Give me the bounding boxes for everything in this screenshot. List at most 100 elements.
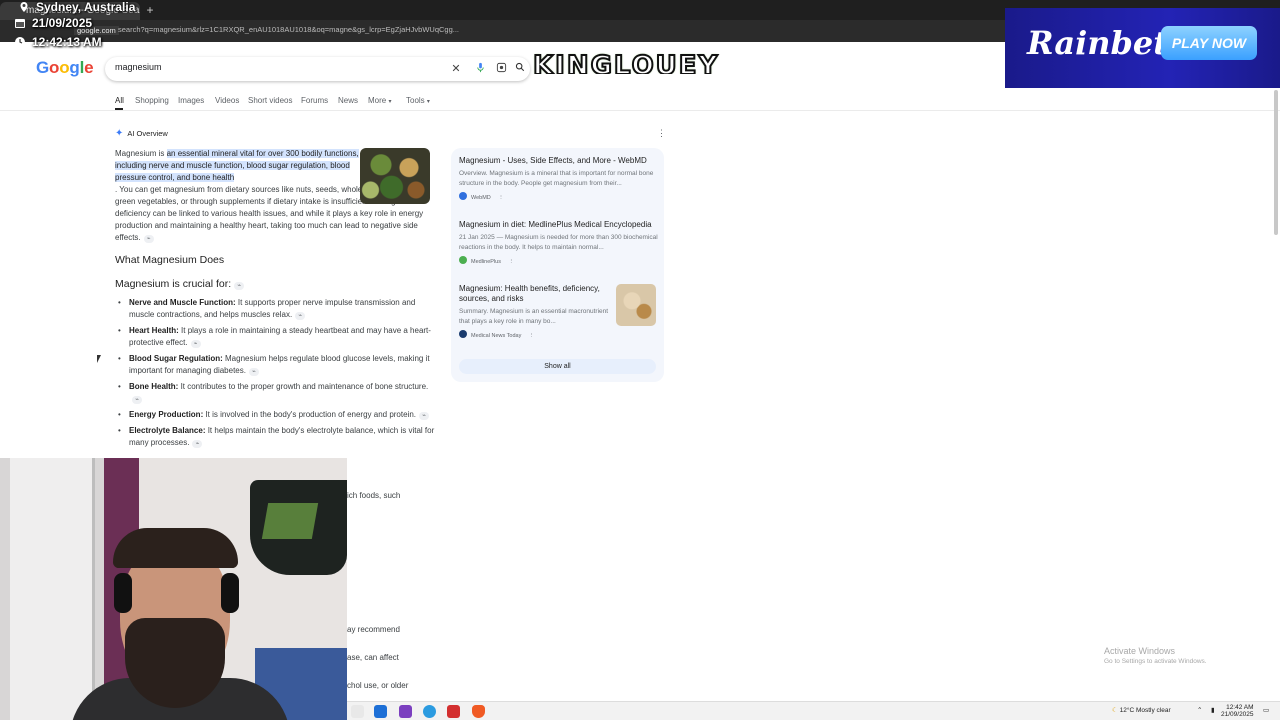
tab-short-videos[interactable]: Short videos — [248, 96, 292, 105]
weather-widget[interactable]: ☾ 12°C Mostly clear — [1112, 706, 1171, 714]
tray-chevron-icon[interactable]: ⌃ — [1197, 706, 1202, 714]
source-title[interactable]: Magnesium: Health benefits, deficiency, … — [459, 284, 614, 304]
tab-tools[interactable]: Tools ▾ — [406, 96, 430, 105]
show-all-button[interactable]: Show all — [459, 359, 656, 374]
link-icon[interactable]: ⌁ — [234, 282, 245, 290]
source-thumbnail[interactable] — [616, 284, 656, 326]
sparkle-icon: ✦ — [115, 128, 124, 139]
clock-date: 21/09/2025 — [1221, 711, 1254, 718]
magnesium-foods-image[interactable] — [360, 148, 430, 204]
source-card[interactable]: Magnesium - Uses, Side Effects, and More… — [459, 156, 659, 201]
search-input[interactable] — [115, 62, 435, 72]
scrollbar-thumb[interactable] — [1274, 90, 1278, 235]
mnt-favicon-icon — [459, 330, 467, 338]
link-icon[interactable]: ⌁ — [419, 412, 430, 420]
pinned-app-icon[interactable] — [399, 705, 412, 718]
taskbar: ☾ 12°C Mostly clear ⌃ ▮ 12:42 AM 21/09/2… — [347, 701, 1280, 720]
tab-shopping[interactable]: Shopping — [135, 96, 169, 105]
microphone-icon[interactable]: ▮ — [1211, 706, 1215, 714]
partial-text: ase, can affect — [347, 653, 399, 662]
logo-letter: G — [36, 58, 50, 77]
tab-all[interactable]: All — [115, 96, 124, 105]
link-icon[interactable]: ⌁ — [143, 235, 154, 243]
webcam-person-hair — [113, 528, 238, 568]
edge-icon[interactable] — [423, 705, 436, 718]
logo-letter: o — [59, 58, 70, 77]
sponsor-logo: Rainbet — [1027, 24, 1168, 62]
source-snippet: 21 Jan 2025 — Magnesium is needed for mo… — [459, 234, 658, 251]
pinned-app-icon[interactable] — [447, 705, 460, 718]
logo-letter: o — [49, 58, 60, 77]
link-icon[interactable]: ⌁ — [132, 396, 142, 404]
ai-overview-intro: Magnesium is an essential mineral vital … — [115, 148, 360, 184]
sources-panel: Magnesium - Uses, Side Effects, and More… — [451, 148, 664, 382]
overlay-time-text: 12:42:13 AM — [32, 35, 102, 49]
list-item-title: Electrolyte Balance: — [129, 426, 206, 435]
list-item: Electrolyte Balance: It helps maintain t… — [117, 425, 435, 449]
clear-icon[interactable]: ✕ — [449, 62, 463, 76]
link-icon[interactable]: ⌁ — [192, 440, 203, 448]
screen: magnesium - Google Search + google.com s… — [0, 0, 1280, 720]
overlay-date: 21/09/2025 — [14, 16, 92, 30]
list-item-title: Energy Production: — [129, 410, 204, 419]
tab-videos[interactable]: Videos — [215, 96, 239, 105]
activate-subtitle: Go to Settings to activate Windows. — [1104, 658, 1207, 665]
list-item-title: Nerve and Muscle Function: — [129, 298, 236, 307]
new-tab-button[interactable]: + — [143, 2, 157, 18]
lens-icon[interactable] — [494, 62, 508, 76]
tab-images[interactable]: Images — [178, 96, 204, 105]
partial-text: ich foods, such — [347, 491, 401, 500]
source-site-name: WebMD — [471, 195, 491, 201]
streamer-banner: KINGLOUEY — [525, 46, 775, 74]
logo-letter: e — [84, 58, 94, 77]
search-box[interactable]: ✕ — [105, 57, 530, 81]
source-card[interactable]: Magnesium in diet: MedlinePlus Medical E… — [459, 220, 659, 265]
link-icon[interactable]: ⌁ — [190, 340, 201, 348]
source-title[interactable]: Magnesium - Uses, Side Effects, and More… — [459, 156, 659, 166]
tab-news[interactable]: News — [338, 96, 358, 105]
ai-overview-header: ✦ AI Overview — [115, 128, 168, 139]
pinned-app-icon[interactable] — [374, 705, 387, 718]
headset-icon — [114, 573, 132, 613]
microphone-icon[interactable] — [473, 62, 487, 76]
streamer-banner-text: KINGLOUEY — [532, 50, 720, 74]
more-options-icon[interactable]: ⋮ — [509, 259, 515, 265]
mouse-cursor-icon — [97, 355, 105, 363]
source-title[interactable]: Magnesium in diet: MedlinePlus Medical E… — [459, 220, 659, 230]
more-options-icon[interactable]: ⋮ — [498, 195, 504, 201]
more-options-icon[interactable]: ⋮ — [529, 333, 535, 339]
source-site: WebMD ⋮ — [459, 192, 659, 201]
intro-text: Magnesium is — [115, 149, 167, 158]
system-clock[interactable]: 12:42 AM 21/09/2025 — [1221, 704, 1254, 718]
calendar-icon — [15, 19, 25, 28]
tab-more-label: More — [368, 96, 387, 105]
webcam-door — [10, 458, 95, 720]
medlineplus-favicon-icon — [459, 256, 467, 264]
source-site-name: MedlinePlus — [471, 259, 501, 265]
source-card[interactable]: Magnesium: Health benefits, deficiency, … — [459, 284, 614, 339]
partial-text: chol use, or older — [347, 681, 409, 690]
brave-icon[interactable] — [472, 705, 485, 718]
tab-forums[interactable]: Forums — [301, 96, 328, 105]
partial-text: ay recommend — [347, 625, 400, 634]
link-icon[interactable]: ⌁ — [295, 312, 306, 320]
list-item-title: Blood Sugar Regulation: — [129, 354, 223, 363]
url-text[interactable]: search?q=magnesium&rlz=1C1RXQR_enAU1018A… — [118, 25, 459, 34]
more-options-icon[interactable]: ⋮ — [657, 128, 666, 139]
notification-icon[interactable]: ▭ — [1263, 706, 1269, 714]
task-view-icon[interactable] — [351, 705, 364, 718]
address-bar[interactable]: google.com search?q=magnesium&rlz=1C1RXQ… — [0, 20, 1005, 42]
link-icon[interactable]: ⌁ — [248, 368, 259, 376]
play-now-button: PLAY NOW — [1161, 26, 1257, 60]
tab-more[interactable]: More ▾ — [368, 96, 391, 105]
benefits-list: Nerve and Muscle Function: It supports p… — [117, 297, 435, 453]
subheading-text: Magnesium is crucial for: — [115, 278, 232, 290]
section-subheading: Magnesium is crucial for: ⌁ — [115, 278, 245, 290]
source-site: Medical News Today ⋮ — [459, 330, 614, 339]
clock-icon — [15, 37, 25, 47]
google-logo[interactable]: Google — [36, 58, 94, 78]
list-item: Bone Health: It contributes to the prope… — [117, 381, 435, 405]
search-icon[interactable] — [513, 62, 527, 76]
logo-letter: g — [69, 58, 80, 77]
sponsor-banner: Rainbet PLAY NOW — [1005, 8, 1280, 88]
